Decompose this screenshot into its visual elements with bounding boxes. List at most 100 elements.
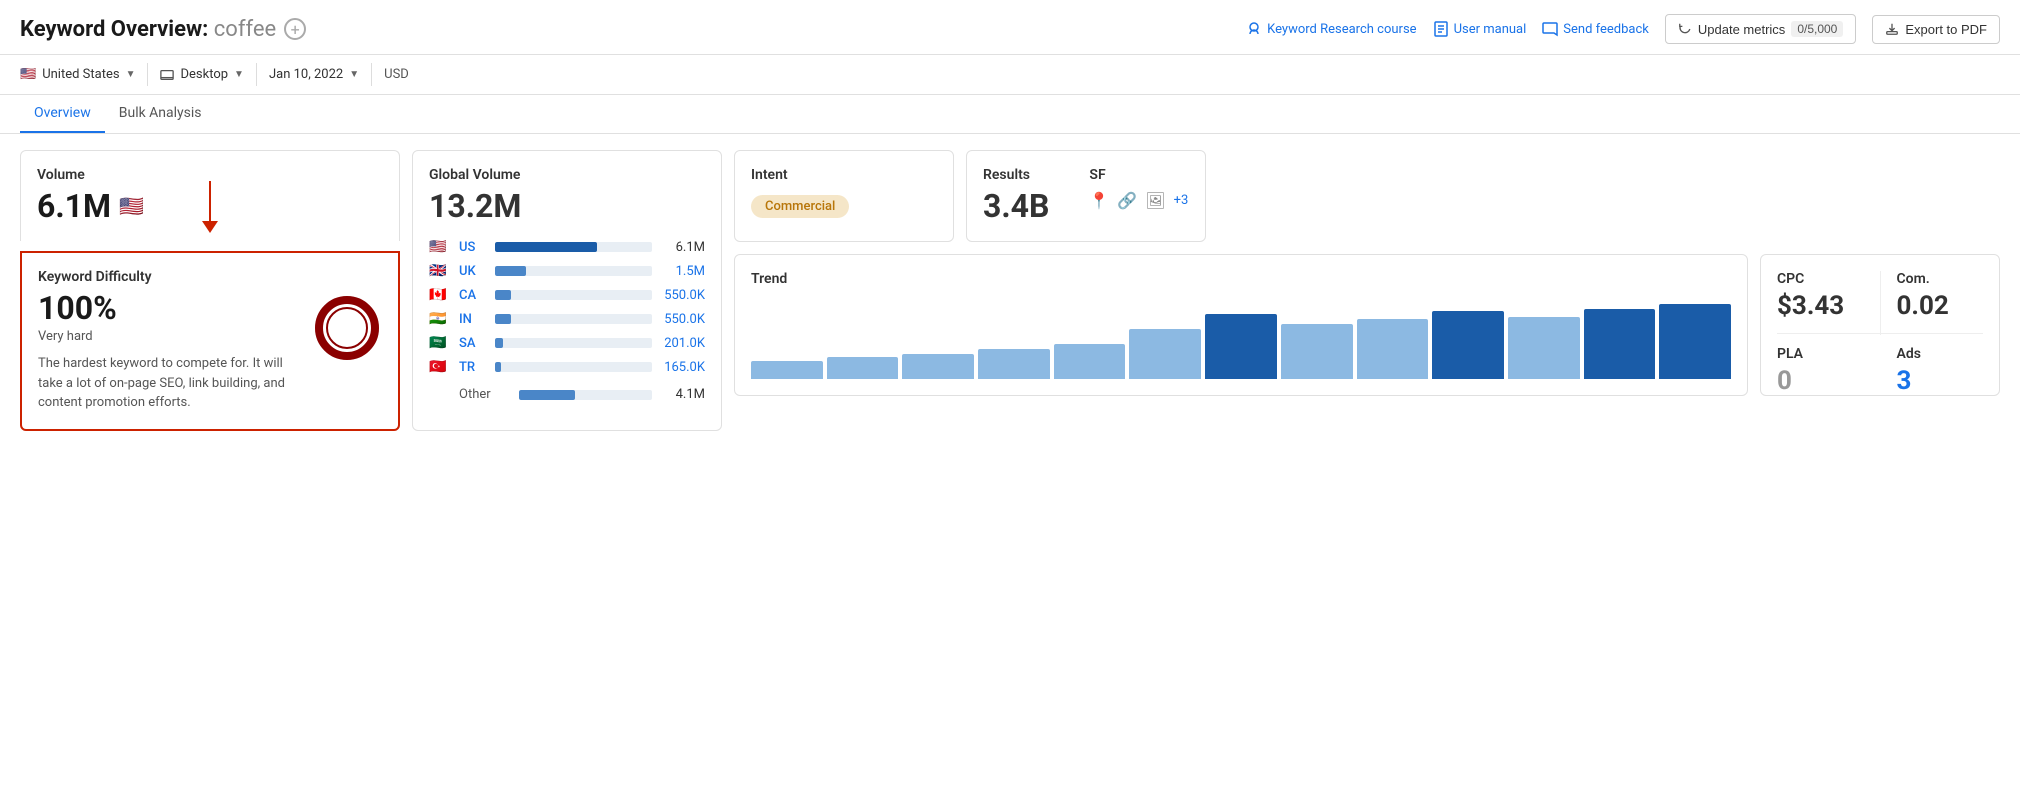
us-value: 6.1M [660,240,705,255]
date-chevron: ▼ [349,69,359,80]
metrics-grid: CPC $3.43 Com. 0.02 PLA 0 Ads [1777,271,1983,335]
pla-label: PLA [1777,346,1864,362]
country-row-tr: 🇹🇷 TR 165.0K [429,359,705,375]
other-row: Other 4.1M [429,387,705,402]
difficulty-text: 100% Very hard The hardest keyword to co… [38,289,296,413]
ca-bar [495,290,652,300]
ads-cell: Ads 3 [1881,334,1984,346]
ads-value: 3 [1897,366,1984,396]
page-title: Keyword Overview: coffee [20,17,276,42]
difficulty-label: Keyword Difficulty [38,269,382,285]
in-value: 550.0K [660,312,705,327]
com-value: 0.02 [1897,291,1984,321]
cpc-value: $3.43 [1777,291,1864,321]
device-selector[interactable]: Desktop ▼ [160,63,256,86]
results-section: Results 3.4B [983,167,1049,225]
header-left: Keyword Overview: coffee + [20,17,306,42]
country-row-us: 🇺🇸 US 6.1M [429,239,705,255]
results-row: Results 3.4B SF 📍 🔗 🖼 +3 [983,167,1189,225]
top-row: Intent Commercial Results 3.4B SF 📍 [734,150,2000,242]
trend-chart [751,299,1731,379]
date-selector[interactable]: Jan 10, 2022 ▼ [269,63,372,86]
trend-bar-3 [902,354,974,379]
results-card: Results 3.4B SF 📍 🔗 🖼 +3 [966,150,1206,242]
user-manual-link[interactable]: User manual [1433,21,1527,37]
header-right: Keyword Research course User manual Send… [1246,14,2000,44]
ca-flag: 🇨🇦 [429,287,451,303]
pla-cell: PLA 0 [1777,334,1880,346]
tr-code[interactable]: TR [459,360,487,375]
global-volume-card: Global Volume 13.2M 🇺🇸 US 6.1M 🇬🇧 UK 1.5… [412,150,722,431]
ads-label: Ads [1897,346,1984,362]
ca-value: 550.0K [660,288,705,303]
device-chevron: ▼ [234,69,244,80]
export-pdf-button[interactable]: Export to PDF [1872,15,2000,44]
tab-bar: Overview Bulk Analysis [0,95,2020,134]
results-label: Results [983,167,1049,183]
toolbar: 🇺🇸 United States ▼ Desktop ▼ Jan 10, 202… [0,55,2020,95]
global-volume-label: Global Volume [429,167,705,183]
intent-label: Intent [751,167,937,183]
sa-flag: 🇸🇦 [429,335,451,351]
com-cell: Com. 0.02 [1881,271,1984,334]
in-bar [495,314,652,324]
trend-bar-9 [1357,319,1429,379]
difficulty-content: 100% Very hard The hardest keyword to co… [38,289,382,413]
uk-flag: 🇬🇧 [429,263,451,279]
pla-value: 0 [1777,366,1864,396]
sf-more[interactable]: +3 [1174,193,1189,208]
country-row-sa: 🇸🇦 SA 201.0K [429,335,705,351]
tab-bulk-analysis[interactable]: Bulk Analysis [105,95,216,133]
cpc-cell: CPC $3.43 [1777,271,1880,334]
trend-bar-5 [1054,344,1126,379]
country-selector[interactable]: 🇺🇸 United States ▼ [20,63,148,86]
us-bar [495,242,652,252]
add-keyword-button[interactable]: + [284,18,306,40]
arrow-head [202,221,218,233]
uk-bar [495,266,652,276]
tr-value: 165.0K [660,360,705,375]
ca-code[interactable]: CA [459,288,487,303]
difficulty-subtitle: Very hard [38,329,296,344]
difficulty-card: Keyword Difficulty 100% Very hard The ha… [20,251,400,431]
intent-badge: Commercial [751,195,849,218]
in-flag: 🇮🇳 [429,311,451,327]
sf-label: SF [1089,167,1188,183]
in-code[interactable]: IN [459,312,487,327]
link-icon: 🔗 [1117,191,1137,210]
sa-code[interactable]: SA [459,336,487,351]
sf-section: SF 📍 🔗 🖼 +3 [1089,167,1188,225]
main-content: Volume 6.1M 🇺🇸 Keyword Difficulty 100% V… [0,134,2020,447]
trend-bar-10 [1432,311,1504,379]
trend-bar-4 [978,349,1050,379]
send-feedback-link[interactable]: Send feedback [1542,21,1649,37]
us-flag: 🇺🇸 [429,239,451,255]
update-metrics-button[interactable]: Update metrics 0/5,000 [1665,14,1856,44]
metrics-card: CPC $3.43 Com. 0.02 PLA 0 Ads [1760,254,2000,396]
trend-label: Trend [751,271,1731,287]
country-list: 🇺🇸 US 6.1M 🇬🇧 UK 1.5M 🇨🇦 CA 550.0K 🇮🇳 IN [429,239,705,402]
trend-card: Trend [734,254,1748,396]
uk-value: 1.5M [660,264,705,279]
difficulty-donut [312,293,382,363]
arrow-line [209,181,211,221]
intent-card: Intent Commercial [734,150,954,242]
sa-bar [495,338,652,348]
trend-bar-12 [1584,309,1656,379]
right-section: Intent Commercial Results 3.4B SF 📍 [734,150,2000,431]
country-row-ca: 🇨🇦 CA 550.0K [429,287,705,303]
us-code[interactable]: US [459,240,487,255]
tab-overview[interactable]: Overview [20,95,105,133]
results-value: 3.4B [983,187,1049,225]
difficulty-description: The hardest keyword to compete for. It w… [38,354,296,413]
trend-bar-8 [1281,324,1353,379]
bottom-row: Trend [734,254,2000,396]
uk-code[interactable]: UK [459,264,487,279]
difficulty-wrapper: Keyword Difficulty 100% Very hard The ha… [20,241,400,431]
us-flag: 🇺🇸 [20,67,36,82]
keyword-research-link[interactable]: Keyword Research course [1246,21,1416,37]
sf-icons: 📍 🔗 🖼 +3 [1089,191,1188,210]
trend-bar-2 [827,357,899,379]
cpc-label: CPC [1777,271,1864,287]
country-row-in: 🇮🇳 IN 550.0K [429,311,705,327]
